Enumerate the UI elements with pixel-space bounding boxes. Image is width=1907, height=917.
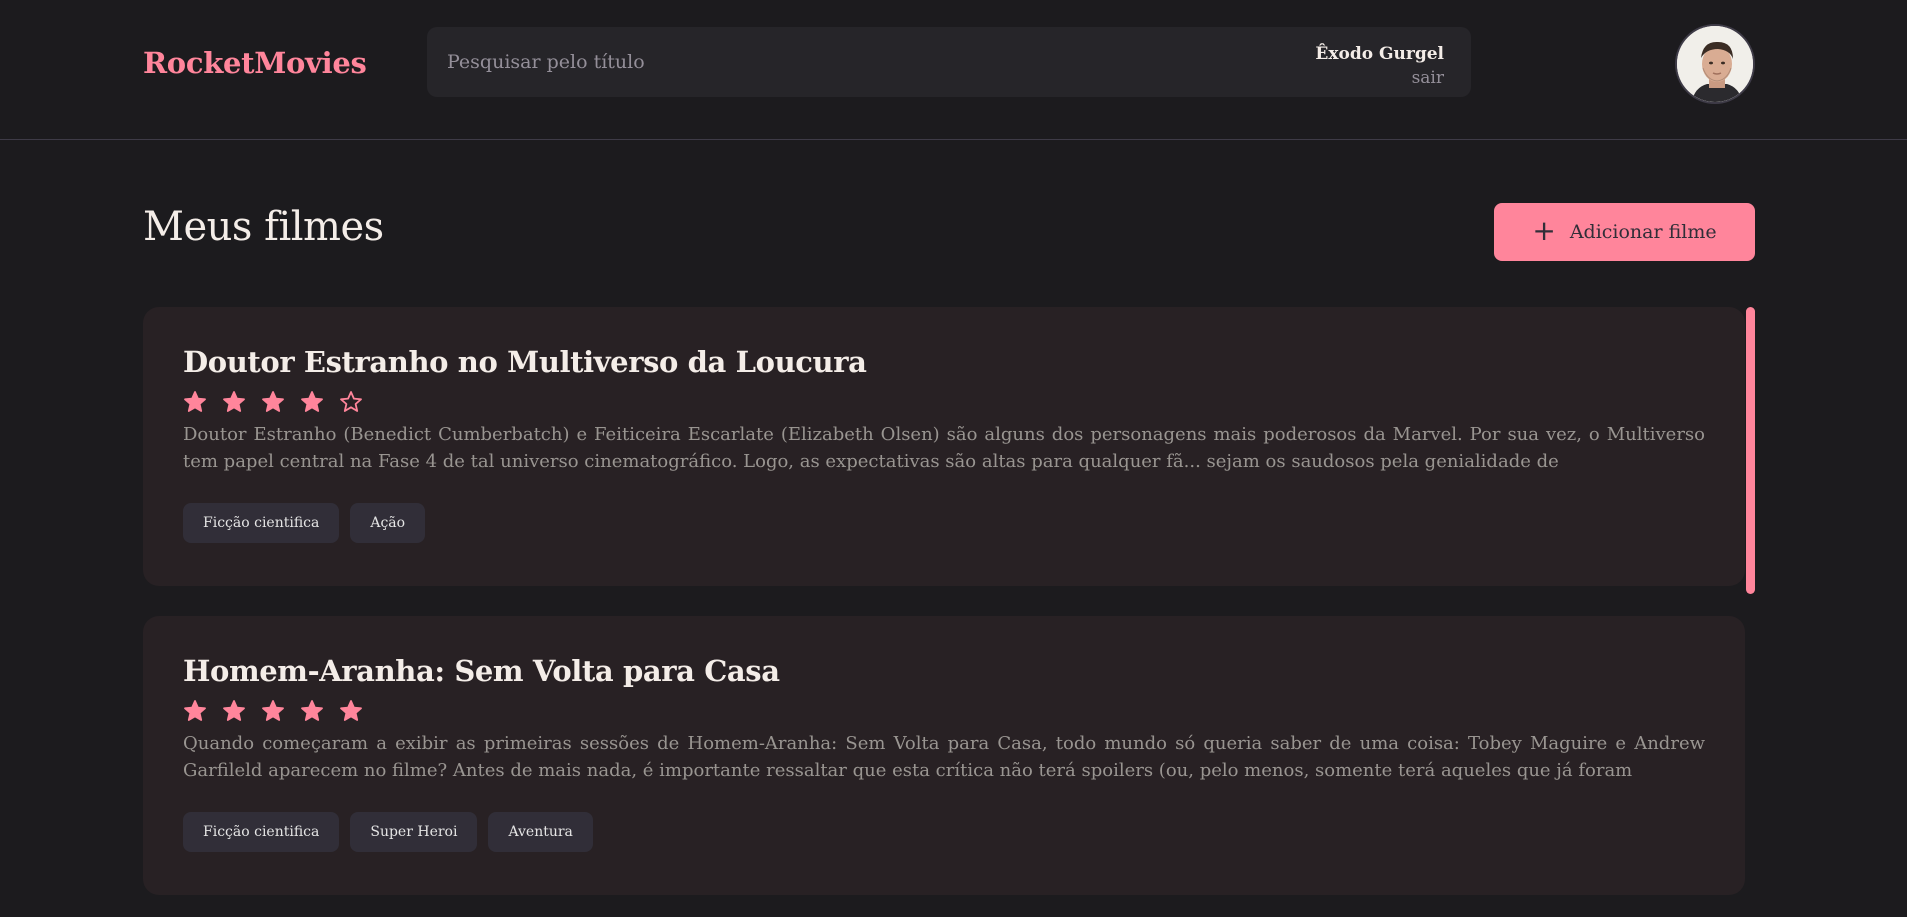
add-movie-label: Adicionar filme: [1569, 221, 1717, 243]
plus-icon: +: [1532, 213, 1556, 247]
app-logo[interactable]: RocketMovies: [143, 46, 367, 80]
user-name: Êxodo Gurgel: [1315, 44, 1444, 64]
movie-description: Doutor Estranho (Benedict Cumberbatch) e…: [183, 423, 1705, 472]
list-scrollbar[interactable]: [1746, 307, 1755, 594]
star-filled-icon: [184, 699, 206, 721]
logout-link[interactable]: sair: [1315, 68, 1444, 88]
movie-tags: Ficção cientifica Super Heroi Aventura: [183, 811, 1705, 852]
add-movie-button[interactable]: + Adicionar filme: [1494, 203, 1755, 261]
star-filled-icon: [223, 699, 245, 721]
search-bar[interactable]: [427, 27, 1471, 97]
star-filled-icon: [262, 390, 284, 412]
star-filled-icon: [262, 699, 284, 721]
page-title: Meus filmes: [143, 204, 384, 250]
avatar[interactable]: [1675, 24, 1755, 104]
rating-stars: [183, 699, 1705, 723]
user-profile: Êxodo Gurgel sair: [1315, 44, 1444, 88]
movie-title: Doutor Estranho no Multiverso da Loucura: [183, 345, 867, 379]
tag[interactable]: Aventura: [488, 811, 593, 852]
user-avatar-image: [1677, 26, 1753, 102]
tag[interactable]: Ficção cientifica: [183, 502, 340, 543]
movie-tags: Ficção cientifica Ação: [183, 502, 1705, 543]
star-filled-icon: [301, 390, 323, 412]
star-filled-icon: [301, 699, 323, 721]
movie-title: Homem-Aranha: Sem Volta para Casa: [183, 654, 780, 688]
movie-card[interactable]: Homem-Aranha: Sem Volta para Casa Quando…: [143, 616, 1745, 895]
tag[interactable]: Ação: [350, 502, 426, 543]
star-filled-icon: [340, 699, 362, 721]
tag[interactable]: Super Heroi: [350, 811, 478, 852]
movie-card[interactable]: Doutor Estranho no Multiverso da Loucura…: [143, 307, 1745, 586]
rating-stars: [183, 390, 1705, 414]
star-filled-icon: [223, 390, 245, 412]
tag[interactable]: Ficção cientifica: [183, 811, 340, 852]
star-filled-icon: [184, 390, 206, 412]
app-header: RocketMovies Êxodo Gurgel sair: [0, 0, 1907, 140]
star-outline-icon: [340, 390, 362, 412]
movie-description: Quando começaram a exibir as primeiras s…: [183, 732, 1705, 781]
